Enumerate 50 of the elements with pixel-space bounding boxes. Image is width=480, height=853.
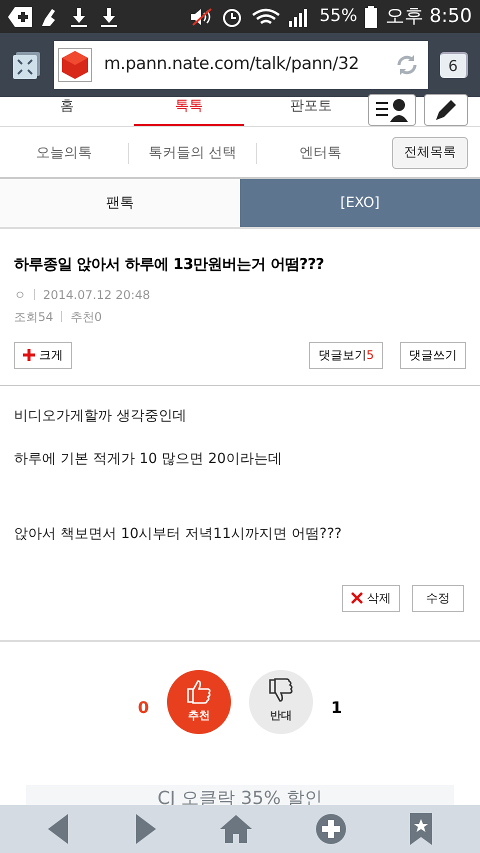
- thumbs-down-icon: [267, 678, 295, 704]
- body-text: 하루에 기본 적게가 10 많으면 20이라는데: [14, 450, 283, 468]
- clock-time: 오후 8:50: [385, 4, 472, 30]
- nav-tab[interactable]: 톡톡: [134, 96, 244, 126]
- add-icon[interactable]: [316, 814, 346, 844]
- download-icon: [68, 6, 90, 28]
- sub-tab[interactable]: 톡커들의 선택: [128, 142, 256, 164]
- thumbs-up-icon: [185, 678, 213, 704]
- recommend-count: 추천0: [70, 308, 102, 326]
- forward-icon[interactable]: [134, 814, 156, 844]
- author-name: ㅇ: [14, 286, 26, 304]
- breadcrumb-item[interactable]: 팬톡: [0, 179, 240, 227]
- oppose-button[interactable]: 반대: [249, 670, 313, 734]
- profile-list-icon[interactable]: [368, 94, 416, 126]
- all-list-button[interactable]: 전체목록: [392, 137, 468, 169]
- home-icon[interactable]: [220, 815, 252, 843]
- battery-percent: 55%: [319, 4, 358, 28]
- vote-count: 0: [138, 696, 149, 718]
- nav-tab[interactable]: 판포토: [256, 96, 366, 126]
- write-comment-button[interactable]: 댓글쓰기: [400, 342, 466, 368]
- breadcrumb-item[interactable]: [EXO]: [240, 179, 480, 227]
- enlarge-button[interactable]: 크게: [14, 342, 72, 368]
- site-logo-icon: [58, 48, 92, 82]
- view-count: 조회54: [14, 308, 54, 326]
- delete-button[interactable]: 삭제: [342, 584, 400, 612]
- tab-count-button[interactable]: 6: [440, 52, 468, 78]
- sub-tab[interactable]: 오늘의톡: [0, 142, 128, 164]
- mute-icon: [189, 6, 214, 26]
- body-text: 비디오가게할까 생각중인데: [14, 406, 188, 426]
- url-text: m.pann.nate.com/talk/pann/32: [104, 53, 360, 76]
- pencil-icon[interactable]: [424, 94, 468, 126]
- body-text: 앉아서 책보면서 10시부터 저녁11시까지면 어떰???: [14, 524, 343, 544]
- download-icon: [98, 6, 120, 28]
- view-comments-button[interactable]: 댓글보기5: [309, 342, 383, 368]
- close-icon: [351, 592, 363, 604]
- sub-tab[interactable]: 엔터톡: [256, 142, 384, 164]
- post-date: 2014.07.12 20:48: [43, 286, 150, 304]
- minimize-icon[interactable]: [12, 50, 42, 80]
- nav-tab[interactable]: 홈: [12, 96, 122, 126]
- address-bar[interactable]: m.pann.nate.com/talk/pann/32: [54, 41, 428, 89]
- wifi-icon: [251, 6, 282, 26]
- recommend-button[interactable]: 추천: [167, 670, 231, 734]
- plus-icon: [23, 349, 35, 361]
- battery-icon: [365, 6, 378, 28]
- edit-button[interactable]: 수정: [412, 584, 464, 612]
- back-icon[interactable]: [48, 814, 70, 844]
- plus-icon: [8, 6, 32, 26]
- post-title: 하루종일 앉아서 하루에 13만원버는거 어떰???: [14, 254, 325, 275]
- vote-count: 1: [331, 696, 342, 718]
- bookmark-icon[interactable]: [410, 813, 432, 845]
